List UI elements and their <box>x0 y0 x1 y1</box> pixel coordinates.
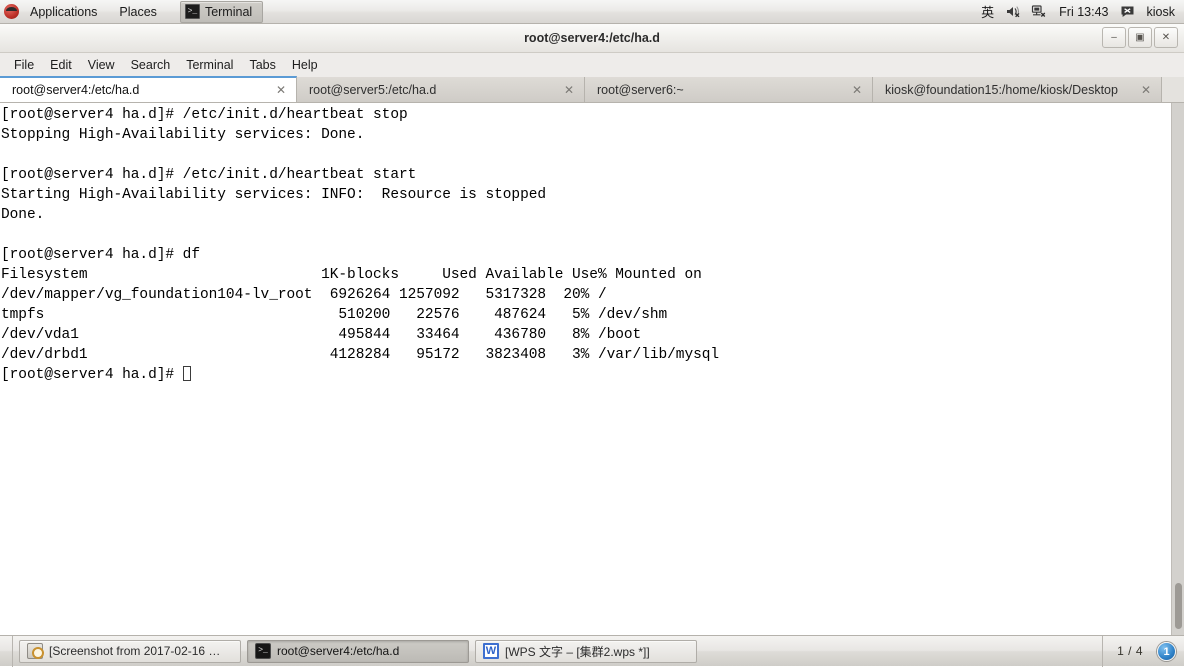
window-controls: – ▣ ✕ <box>1102 27 1178 48</box>
user-menu-label: kiosk <box>1145 5 1175 19</box>
user-menu[interactable]: kiosk <box>1145 5 1175 19</box>
window-list-item-label: Terminal <box>205 5 252 19</box>
menu-file[interactable]: File <box>7 55 41 75</box>
terminal-line: tmpfs 510200 22576 487624 5% /dev/shm <box>1 305 1171 325</box>
system-tray: 英 Fri 13:43 <box>979 2 1184 21</box>
tab-kiosk-foundation15[interactable]: kiosk@foundation15:/home/kiosk/Desktop ✕ <box>873 77 1162 102</box>
terminal-prompt: [root@server4 ha.d]# <box>1 367 183 383</box>
terminal-icon: >_ <box>255 643 271 659</box>
tab-root-server5[interactable]: root@server5:/etc/ha.d ✕ <box>297 77 585 102</box>
terminal-line: Stopping High-Availability services: Don… <box>1 125 1171 145</box>
top-panel: Applications Places >_ Terminal 英 <box>0 0 1184 24</box>
menu-search[interactable]: Search <box>124 55 178 75</box>
maximize-button[interactable]: ▣ <box>1128 27 1152 48</box>
tabbar: root@server4:/etc/ha.d ✕ root@server5:/e… <box>0 77 1184 103</box>
terminal-body: [root@server4 ha.d]# /etc/init.d/heartbe… <box>0 103 1184 635</box>
terminal-line <box>1 225 1171 245</box>
applications-menu-label: Applications <box>25 2 102 22</box>
tab-label: kiosk@foundation15:/home/kiosk/Desktop <box>885 83 1118 97</box>
terminal-line: /dev/mapper/vg_foundation104-lv_root 692… <box>1 285 1171 305</box>
places-menu-label: Places <box>114 2 162 22</box>
tab-label: root@server5:/etc/ha.d <box>309 83 436 97</box>
tab-close-icon[interactable]: ✕ <box>262 84 290 96</box>
terminal-prompt-line: [root@server4 ha.d]# <box>1 365 1171 385</box>
tab-label: root@server4:/etc/ha.d <box>12 83 139 97</box>
message-indicator-icon[interactable] <box>1120 5 1136 19</box>
tab-root-server4[interactable]: root@server4:/etc/ha.d ✕ <box>0 76 297 102</box>
menu-tabs[interactable]: Tabs <box>242 55 282 75</box>
terminal-scrollbar[interactable] <box>1171 103 1184 635</box>
terminal-line: /dev/drbd1 4128284 95172 3823408 3% /var… <box>1 345 1171 365</box>
image-viewer-icon <box>27 643 43 659</box>
volume-muted-icon[interactable] <box>1005 4 1022 19</box>
network-disconnected-icon[interactable] <box>1031 4 1048 19</box>
bottom-panel: [Screenshot from 2017-02-16 … >_ root@se… <box>0 635 1184 666</box>
clock-label: Fri 13:43 <box>1057 5 1110 19</box>
window-title: root@server4:/etc/ha.d <box>524 31 660 45</box>
tab-root-server6[interactable]: root@server6:~ ✕ <box>585 77 873 102</box>
terminal-line: /dev/vda1 495844 33464 436780 8% /boot <box>1 325 1171 345</box>
taskbar-item-screenshot[interactable]: [Screenshot from 2017-02-16 … <box>19 640 241 663</box>
tab-close-icon[interactable]: ✕ <box>838 84 866 96</box>
workspace-indicator[interactable]: 1 <box>1157 642 1176 661</box>
terminal-line: [root@server4 ha.d]# /etc/init.d/heartbe… <box>1 165 1171 185</box>
taskbar-item-terminal[interactable]: >_ root@server4:/etc/ha.d <box>247 640 469 663</box>
input-method-label: 英 <box>979 2 996 21</box>
taskbar-item-wps[interactable]: W [WPS 文字 – [集群2.wps *]] <box>475 640 697 663</box>
workspace-switcher[interactable]: 1 / 4 <box>1102 636 1147 667</box>
terminal-line: [root@server4 ha.d]# df <box>1 245 1171 265</box>
places-menu[interactable]: Places <box>110 0 170 24</box>
taskbar-item-label: [Screenshot from 2017-02-16 … <box>49 644 220 658</box>
menu-view[interactable]: View <box>81 55 122 75</box>
window-list: >_ Terminal <box>180 1 263 23</box>
terminal-line <box>1 145 1171 165</box>
clock[interactable]: Fri 13:43 <box>1057 5 1110 19</box>
tab-label: root@server6:~ <box>597 83 684 97</box>
terminal-output[interactable]: [root@server4 ha.d]# /etc/init.d/heartbe… <box>0 103 1171 635</box>
terminal-window: root@server4:/etc/ha.d – ▣ ✕ File Edit V… <box>0 24 1184 635</box>
taskbar-item-label: root@server4:/etc/ha.d <box>277 644 399 658</box>
terminal-scrollbar-thumb[interactable] <box>1175 583 1182 629</box>
window-titlebar[interactable]: root@server4:/etc/ha.d – ▣ ✕ <box>0 24 1184 53</box>
terminal-line: Done. <box>1 205 1171 225</box>
taskbar: [Screenshot from 2017-02-16 … >_ root@se… <box>13 640 703 663</box>
menu-terminal[interactable]: Terminal <box>179 55 240 75</box>
close-button[interactable]: ✕ <box>1154 27 1178 48</box>
tab-close-icon[interactable]: ✕ <box>1127 84 1155 96</box>
menu-edit[interactable]: Edit <box>43 55 79 75</box>
applications-menu[interactable]: Applications <box>0 0 110 24</box>
input-method-indicator[interactable]: 英 <box>979 2 996 21</box>
tab-close-icon[interactable]: ✕ <box>550 84 578 96</box>
redhat-logo-icon <box>4 4 19 19</box>
terminal-icon: >_ <box>185 4 200 19</box>
workspace-label: 1 / 4 <box>1117 644 1143 658</box>
panel-right-area: 1 / 4 1 <box>1102 636 1184 667</box>
terminal-line: Filesystem 1K-blocks Used Available Use%… <box>1 265 1171 285</box>
wps-icon: W <box>483 643 499 659</box>
terminal-line: Starting High-Availability services: INF… <box>1 185 1171 205</box>
menu-help[interactable]: Help <box>285 55 325 75</box>
terminal-cursor <box>183 366 191 381</box>
terminal-line: [root@server4 ha.d]# /etc/init.d/heartbe… <box>1 105 1171 125</box>
taskbar-item-label: [WPS 文字 – [集群2.wps *]] <box>505 643 650 660</box>
show-desktop-button[interactable] <box>0 636 13 667</box>
menubar: File Edit View Search Terminal Tabs Help <box>0 53 1184 77</box>
window-list-item-terminal[interactable]: >_ Terminal <box>180 1 263 23</box>
minimize-button[interactable]: – <box>1102 27 1126 48</box>
